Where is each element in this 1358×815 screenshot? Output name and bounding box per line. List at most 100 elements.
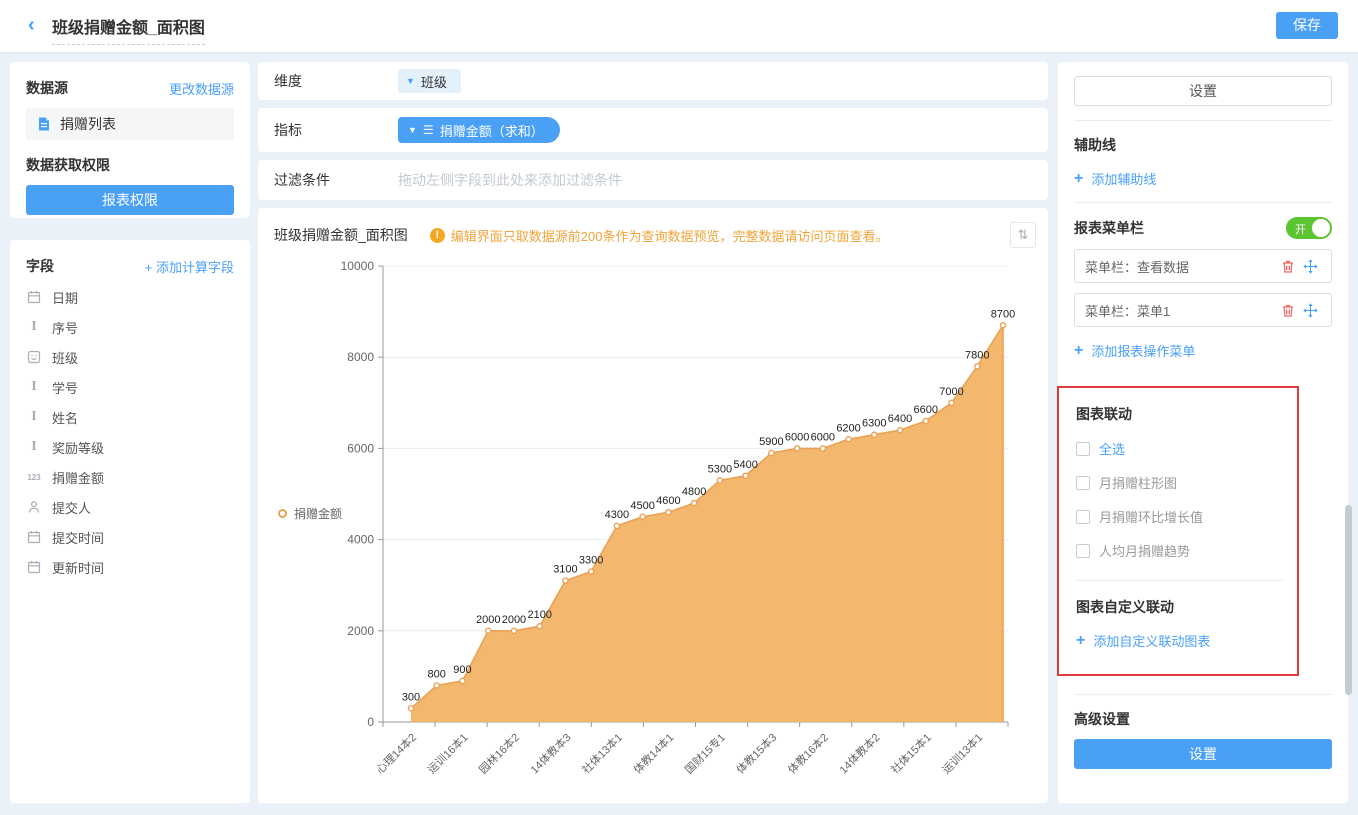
field-label: 奖励等级 [52,438,104,457]
advanced-title: 高级设置 [1074,709,1332,729]
aux-line-title: 辅助线 [1074,135,1332,155]
back-icon[interactable]: ‹ [28,13,35,37]
legend-label: 捐赠金额 [294,505,342,522]
svg-text:4600: 4600 [656,495,680,507]
datasource-item[interactable]: 捐赠列表 [26,108,234,140]
chevron-down-icon: ▼ [406,76,415,86]
svg-text:2100: 2100 [527,609,551,621]
field-label: 姓名 [52,408,78,427]
field-item[interactable]: I姓名 [26,402,234,432]
linkage-option[interactable]: 人均月捐赠趋势 [1076,541,1283,560]
divider [1076,580,1283,581]
linkage-option[interactable]: 月捐赠柱形图 [1076,473,1283,492]
save-button[interactable]: 保存 [1276,12,1338,39]
metric-tag[interactable]: ▼ ☰ 捐赠金额（求和） [398,117,560,143]
field-item[interactable]: 更新时间 [26,552,234,582]
field-label: 班级 [52,348,78,367]
svg-text:6000: 6000 [347,441,374,455]
report-permission-button[interactable]: 报表权限 [26,185,234,215]
svg-text:2000: 2000 [347,624,374,638]
linkage-option[interactable]: 全选 [1076,439,1283,458]
checkbox-icon[interactable] [1076,476,1090,490]
scrollbar-thumb[interactable] [1345,505,1352,695]
svg-text:4500: 4500 [630,500,654,512]
field-item[interactable]: 班级 [26,342,234,372]
svg-text:6200: 6200 [836,422,860,434]
svg-text:800: 800 [428,669,446,681]
fields-title: 字段 [26,256,54,276]
menu-item-label: 菜单栏：菜单1 [1085,301,1277,320]
delete-icon[interactable] [1277,259,1299,274]
svg-text:4300: 4300 [605,509,629,521]
dimension-tag[interactable]: ▼ 班级 [398,69,461,93]
move-icon[interactable] [1299,259,1321,274]
svg-text:5400: 5400 [733,459,757,471]
delete-icon[interactable] [1277,303,1299,318]
field-item[interactable]: I奖励等级 [26,432,234,462]
top-header: ‹ 班级捐赠金额_面积图 保存 [0,0,1358,52]
field-item[interactable]: 提交时间 [26,522,234,552]
field-label: 日期 [52,288,78,307]
divider [1074,694,1332,695]
field-item[interactable]: 提交人 [26,492,234,522]
field-item[interactable]: I 序号 [26,312,234,342]
settings-button-top[interactable]: 设置 [1074,76,1332,106]
linkage-option-list: 全选月捐赠柱形图月捐赠环比增长值人均月捐赠趋势 [1076,439,1283,560]
svg-text:14体教本3: 14体教本3 [527,730,573,776]
permission-title: 数据获取权限 [26,155,234,175]
add-calc-field-link[interactable]: + 添加计算字段 [145,257,234,276]
add-custom-linkage-link[interactable]: + 添加自定义联动图表 [1076,631,1283,650]
field-item[interactable]: I学号 [26,372,234,402]
add-report-menu-link[interactable]: + 添加报表操作菜单 [1074,341,1332,360]
area-chart-svg: 0200040006000800010000300800900200020002… [268,254,1038,794]
svg-text:2000: 2000 [476,614,500,626]
divider [1074,202,1332,203]
chart-linkage-highlight-box: 图表联动 全选月捐赠柱形图月捐赠环比增长值人均月捐赠趋势 图表自定义联动 + 添… [1057,386,1299,676]
field-item[interactable]: 日期 [26,282,234,312]
svg-text:社体13本1: 社体13本1 [579,730,625,776]
menu-bar-item[interactable]: 菜单栏：查看数据 [1074,249,1332,283]
checkbox-icon[interactable] [1076,510,1090,524]
linkage-title: 图表联动 [1076,404,1283,424]
field-label: 提交时间 [52,528,104,547]
menu-item-list: 菜单栏：查看数据菜单栏：菜单1 [1074,249,1332,327]
field-label: 序号 [52,318,78,337]
linkage-option[interactable]: 月捐赠环比增长值 [1076,507,1283,526]
page-title: 班级捐赠金额_面积图 [52,14,205,45]
chart-title: 班级捐赠金额_面积图 [274,225,408,245]
menu-item-label: 菜单栏：查看数据 [1085,257,1277,276]
document-icon [36,116,52,132]
text-icon: I [26,320,42,334]
filter-row[interactable]: 过滤条件 拖动左侧字段到此处来添加过滤条件 [258,160,1048,200]
svg-text:300: 300 [402,691,420,703]
advanced-settings-button[interactable]: 设置 [1074,739,1332,769]
datasource-title: 数据源 [26,78,68,98]
legend-item[interactable]: 捐赠金额 [278,505,342,522]
svg-text:4000: 4000 [347,533,374,547]
metric-label: 指标 [274,120,398,140]
add-aux-line-link[interactable]: + 添加辅助线 [1074,169,1332,188]
move-icon[interactable] [1299,303,1321,318]
svg-text:园林16本2: 园林16本2 [476,730,522,776]
svg-text:6400: 6400 [888,413,912,425]
menu-bar-item[interactable]: 菜单栏：菜单1 [1074,293,1332,327]
filter-placeholder: 拖动左侧字段到此处来添加过滤条件 [398,170,622,190]
svg-text:0: 0 [367,715,374,729]
linkage-option-label: 人均月捐赠趋势 [1099,541,1190,560]
svg-text:6000: 6000 [785,431,809,443]
sort-button[interactable]: ⇅ [1010,222,1036,248]
svg-text:运训16本1: 运训16本1 [424,730,470,776]
field-item[interactable]: 123捐赠金额 [26,462,234,492]
change-datasource-link[interactable]: 更改数据源 [169,79,234,98]
menu-bar-toggle[interactable]: 开 [1286,217,1332,239]
toggle-on-label: 开 [1295,221,1306,237]
chart-panel: 班级捐赠金额_面积图 ! 编辑界面只取数据源前200条作为查询数据预览，完整数据… [258,208,1048,803]
plus-icon: + [1074,344,1083,358]
svg-text:7800: 7800 [965,349,989,361]
field-label: 更新时间 [52,558,104,577]
plus-icon: + [145,260,156,275]
toggle-knob [1312,219,1330,237]
checkbox-icon[interactable] [1076,544,1090,558]
person-icon [26,500,42,514]
checkbox-icon[interactable] [1076,442,1090,456]
